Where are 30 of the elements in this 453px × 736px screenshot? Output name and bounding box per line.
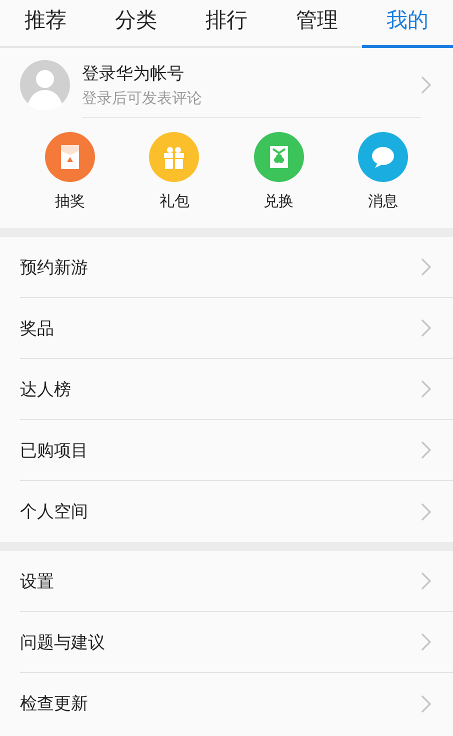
menu-item[interactable]: 个人空间 <box>20 481 453 542</box>
chevron-icon <box>421 76 431 94</box>
chevron-icon <box>421 319 431 337</box>
menu-item[interactable]: 检查更新 <box>20 673 453 734</box>
menu-item[interactable]: 达人榜 <box>20 359 453 420</box>
shortcut-button[interactable]: 抽奖 <box>35 132 106 222</box>
tab[interactable]: 分类 <box>90 0 182 48</box>
chevron-icon <box>421 502 431 520</box>
account-subtitle: 登录后可发表评论 <box>82 88 203 108</box>
chevron-icon <box>421 633 431 651</box>
shortcut-button[interactable]: 兑换 <box>244 132 314 222</box>
menu-item[interactable]: 设置 <box>20 551 453 612</box>
menu-item[interactable]: 已购项目 <box>20 420 453 481</box>
chevron-icon <box>421 694 431 712</box>
shortcut-button[interactable]: 消息 <box>348 132 418 222</box>
tab[interactable]: 我的 <box>362 0 453 48</box>
chevron-icon <box>421 441 431 459</box>
avatar-icon <box>20 60 70 110</box>
chevron-icon <box>421 572 431 590</box>
menu-item[interactable]: 奖品 <box>20 298 453 359</box>
account-row[interactable]: 登录华为帐号 登录后可发表评论 <box>0 52 453 118</box>
tab[interactable]: 排行 <box>181 0 272 48</box>
tab[interactable]: 推荐 <box>0 0 91 48</box>
account-title: 登录华为帐号 <box>82 62 185 84</box>
menu-item[interactable]: 问题与建议 <box>20 612 453 673</box>
tab[interactable]: 管理 <box>272 0 362 48</box>
chevron-icon <box>421 258 431 276</box>
shortcut-button[interactable]: 礼包 <box>139 132 210 222</box>
menu-item[interactable]: 预约新游 <box>20 237 453 298</box>
chevron-icon <box>421 380 431 398</box>
